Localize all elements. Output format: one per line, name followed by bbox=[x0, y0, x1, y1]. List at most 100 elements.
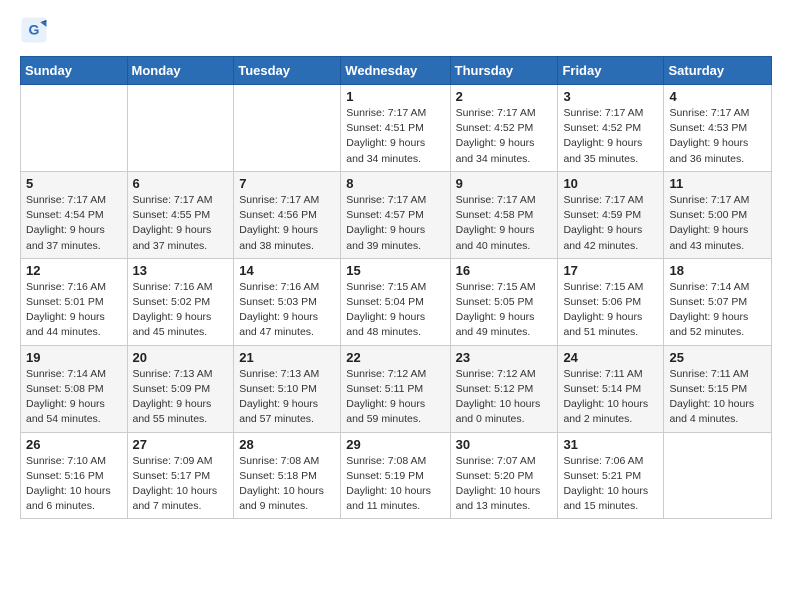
calendar-cell: 23 Sunrise: 7:12 AMSunset: 5:12 PMDayligh… bbox=[450, 345, 558, 432]
calendar-header-thursday: Thursday bbox=[450, 57, 558, 85]
day-number: 13 bbox=[133, 263, 229, 278]
calendar-cell: 22 Sunrise: 7:12 AMSunset: 5:11 PMDayligh… bbox=[341, 345, 450, 432]
logo: G bbox=[20, 16, 52, 44]
day-info: Sunrise: 7:15 AMSunset: 5:05 PMDaylight:… bbox=[456, 280, 553, 341]
day-info: Sunrise: 7:06 AMSunset: 5:21 PMDaylight:… bbox=[563, 454, 658, 515]
calendar-week-4: 19Sunrise: 7:14 AMSunset: 5:08 PMDayligh… bbox=[21, 345, 772, 432]
day-number: 6 bbox=[133, 176, 229, 191]
day-number: 29 bbox=[346, 437, 444, 452]
calendar-cell: 28 Sunrise: 7:08 AMSunset: 5:18 PMDayligh… bbox=[234, 432, 341, 519]
day-info: Sunrise: 7:09 AMSunset: 5:17 PMDaylight:… bbox=[133, 454, 229, 515]
calendar-cell: 5 Sunrise: 7:17 AMSunset: 4:54 PMDaylight… bbox=[21, 171, 128, 258]
day-info: Sunrise: 7:15 AMSunset: 5:06 PMDaylight:… bbox=[563, 280, 658, 341]
day-number: 8 bbox=[346, 176, 444, 191]
calendar-cell: 16 Sunrise: 7:15 AMSunset: 5:05 PMDayligh… bbox=[450, 258, 558, 345]
calendar-week-1: 1 Sunrise: 7:17 AMSunset: 4:51 PMDaylight… bbox=[21, 85, 772, 172]
calendar-cell: 10Sunrise: 7:17 AMSunset: 4:59 PMDayligh… bbox=[558, 171, 664, 258]
day-number: 19 bbox=[26, 350, 122, 365]
day-number: 24 bbox=[563, 350, 658, 365]
calendar-cell: 12 Sunrise: 7:16 AMSunset: 5:01 PMDayligh… bbox=[21, 258, 128, 345]
day-number: 26 bbox=[26, 437, 122, 452]
day-number: 27 bbox=[133, 437, 229, 452]
day-number: 5 bbox=[26, 176, 122, 191]
calendar-header-saturday: Saturday bbox=[664, 57, 772, 85]
calendar-cell: 1 Sunrise: 7:17 AMSunset: 4:51 PMDaylight… bbox=[341, 85, 450, 172]
day-info: Sunrise: 7:12 AMSunset: 5:11 PMDaylight:… bbox=[346, 367, 444, 428]
calendar-cell: 20 Sunrise: 7:13 AMSunset: 5:09 PMDayligh… bbox=[127, 345, 234, 432]
day-info: Sunrise: 7:11 AMSunset: 5:14 PMDaylight:… bbox=[563, 367, 658, 428]
calendar-table: SundayMondayTuesdayWednesdayThursdayFrid… bbox=[20, 56, 772, 519]
svg-text:G: G bbox=[29, 22, 40, 38]
day-number: 31 bbox=[563, 437, 658, 452]
calendar-header-tuesday: Tuesday bbox=[234, 57, 341, 85]
calendar-header-wednesday: Wednesday bbox=[341, 57, 450, 85]
day-number: 14 bbox=[239, 263, 335, 278]
day-info: Sunrise: 7:16 AMSunset: 5:02 PMDaylight:… bbox=[133, 280, 229, 341]
logo-icon: G bbox=[20, 16, 48, 44]
calendar-cell: 7 Sunrise: 7:17 AMSunset: 4:56 PMDaylight… bbox=[234, 171, 341, 258]
day-number: 9 bbox=[456, 176, 553, 191]
day-number: 16 bbox=[456, 263, 553, 278]
day-number: 17 bbox=[563, 263, 658, 278]
day-number: 7 bbox=[239, 176, 335, 191]
day-info: Sunrise: 7:11 AMSunset: 5:15 PMDaylight:… bbox=[669, 367, 766, 428]
day-info: Sunrise: 7:17 AMSunset: 4:58 PMDaylight:… bbox=[456, 193, 553, 254]
day-number: 18 bbox=[669, 263, 766, 278]
day-info: Sunrise: 7:16 AMSunset: 5:01 PMDaylight:… bbox=[26, 280, 122, 341]
calendar-cell: 27 Sunrise: 7:09 AMSunset: 5:17 PMDayligh… bbox=[127, 432, 234, 519]
day-info: Sunrise: 7:17 AMSunset: 4:52 PMDaylight:… bbox=[456, 106, 553, 167]
day-number: 20 bbox=[133, 350, 229, 365]
day-info: Sunrise: 7:08 AMSunset: 5:18 PMDaylight:… bbox=[239, 454, 335, 515]
day-info: Sunrise: 7:14 AMSunset: 5:07 PMDaylight:… bbox=[669, 280, 766, 341]
calendar-cell: 25Sunrise: 7:11 AMSunset: 5:15 PMDayligh… bbox=[664, 345, 772, 432]
day-info: Sunrise: 7:17 AMSunset: 4:54 PMDaylight:… bbox=[26, 193, 122, 254]
calendar-header-friday: Friday bbox=[558, 57, 664, 85]
day-number: 12 bbox=[26, 263, 122, 278]
day-number: 11 bbox=[669, 176, 766, 191]
calendar-cell: 11Sunrise: 7:17 AMSunset: 5:00 PMDayligh… bbox=[664, 171, 772, 258]
calendar-cell: 18 Sunrise: 7:14 AMSunset: 5:07 PMDayligh… bbox=[664, 258, 772, 345]
day-info: Sunrise: 7:10 AMSunset: 5:16 PMDaylight:… bbox=[26, 454, 122, 515]
calendar-week-5: 26 Sunrise: 7:10 AMSunset: 5:16 PMDayligh… bbox=[21, 432, 772, 519]
calendar-cell bbox=[21, 85, 128, 172]
calendar-cell bbox=[127, 85, 234, 172]
day-info: Sunrise: 7:15 AMSunset: 5:04 PMDaylight:… bbox=[346, 280, 444, 341]
day-number: 30 bbox=[456, 437, 553, 452]
day-number: 22 bbox=[346, 350, 444, 365]
calendar-header-sunday: Sunday bbox=[21, 57, 128, 85]
day-info: Sunrise: 7:13 AMSunset: 5:09 PMDaylight:… bbox=[133, 367, 229, 428]
day-number: 23 bbox=[456, 350, 553, 365]
calendar-cell: 17 Sunrise: 7:15 AMSunset: 5:06 PMDayligh… bbox=[558, 258, 664, 345]
day-number: 4 bbox=[669, 89, 766, 104]
calendar-cell: 2Sunrise: 7:17 AMSunset: 4:52 PMDaylight… bbox=[450, 85, 558, 172]
calendar-header-row: SundayMondayTuesdayWednesdayThursdayFrid… bbox=[21, 57, 772, 85]
calendar-cell: 14Sunrise: 7:16 AMSunset: 5:03 PMDayligh… bbox=[234, 258, 341, 345]
page: G SundayMondayTuesdayWednesdayThursdayFr… bbox=[0, 0, 792, 535]
calendar-cell: 31 Sunrise: 7:06 AMSunset: 5:21 PMDayligh… bbox=[558, 432, 664, 519]
calendar-cell: 6 Sunrise: 7:17 AMSunset: 4:55 PMDaylight… bbox=[127, 171, 234, 258]
day-info: Sunrise: 7:17 AMSunset: 4:57 PMDaylight:… bbox=[346, 193, 444, 254]
day-info: Sunrise: 7:17 AMSunset: 4:52 PMDaylight:… bbox=[563, 106, 658, 167]
calendar-cell: 26 Sunrise: 7:10 AMSunset: 5:16 PMDayligh… bbox=[21, 432, 128, 519]
calendar-week-3: 12 Sunrise: 7:16 AMSunset: 5:01 PMDayligh… bbox=[21, 258, 772, 345]
calendar-cell: 4Sunrise: 7:17 AMSunset: 4:53 PMDaylight… bbox=[664, 85, 772, 172]
calendar-cell: 24 Sunrise: 7:11 AMSunset: 5:14 PMDayligh… bbox=[558, 345, 664, 432]
calendar-cell bbox=[234, 85, 341, 172]
calendar-cell: 8 Sunrise: 7:17 AMSunset: 4:57 PMDaylight… bbox=[341, 171, 450, 258]
day-info: Sunrise: 7:13 AMSunset: 5:10 PMDaylight:… bbox=[239, 367, 335, 428]
day-number: 28 bbox=[239, 437, 335, 452]
header: G bbox=[20, 16, 772, 44]
day-number: 3 bbox=[563, 89, 658, 104]
calendar-cell: 21Sunrise: 7:13 AMSunset: 5:10 PMDayligh… bbox=[234, 345, 341, 432]
day-info: Sunrise: 7:08 AMSunset: 5:19 PMDaylight:… bbox=[346, 454, 444, 515]
calendar-cell: 13 Sunrise: 7:16 AMSunset: 5:02 PMDayligh… bbox=[127, 258, 234, 345]
day-info: Sunrise: 7:07 AMSunset: 5:20 PMDaylight:… bbox=[456, 454, 553, 515]
day-number: 10 bbox=[563, 176, 658, 191]
day-info: Sunrise: 7:17 AMSunset: 4:51 PMDaylight:… bbox=[346, 106, 444, 167]
calendar-cell: 29 Sunrise: 7:08 AMSunset: 5:19 PMDayligh… bbox=[341, 432, 450, 519]
day-info: Sunrise: 7:17 AMSunset: 4:56 PMDaylight:… bbox=[239, 193, 335, 254]
calendar-cell: 19Sunrise: 7:14 AMSunset: 5:08 PMDayligh… bbox=[21, 345, 128, 432]
day-info: Sunrise: 7:17 AMSunset: 4:55 PMDaylight:… bbox=[133, 193, 229, 254]
day-number: 1 bbox=[346, 89, 444, 104]
day-info: Sunrise: 7:12 AMSunset: 5:12 PMDaylight:… bbox=[456, 367, 553, 428]
